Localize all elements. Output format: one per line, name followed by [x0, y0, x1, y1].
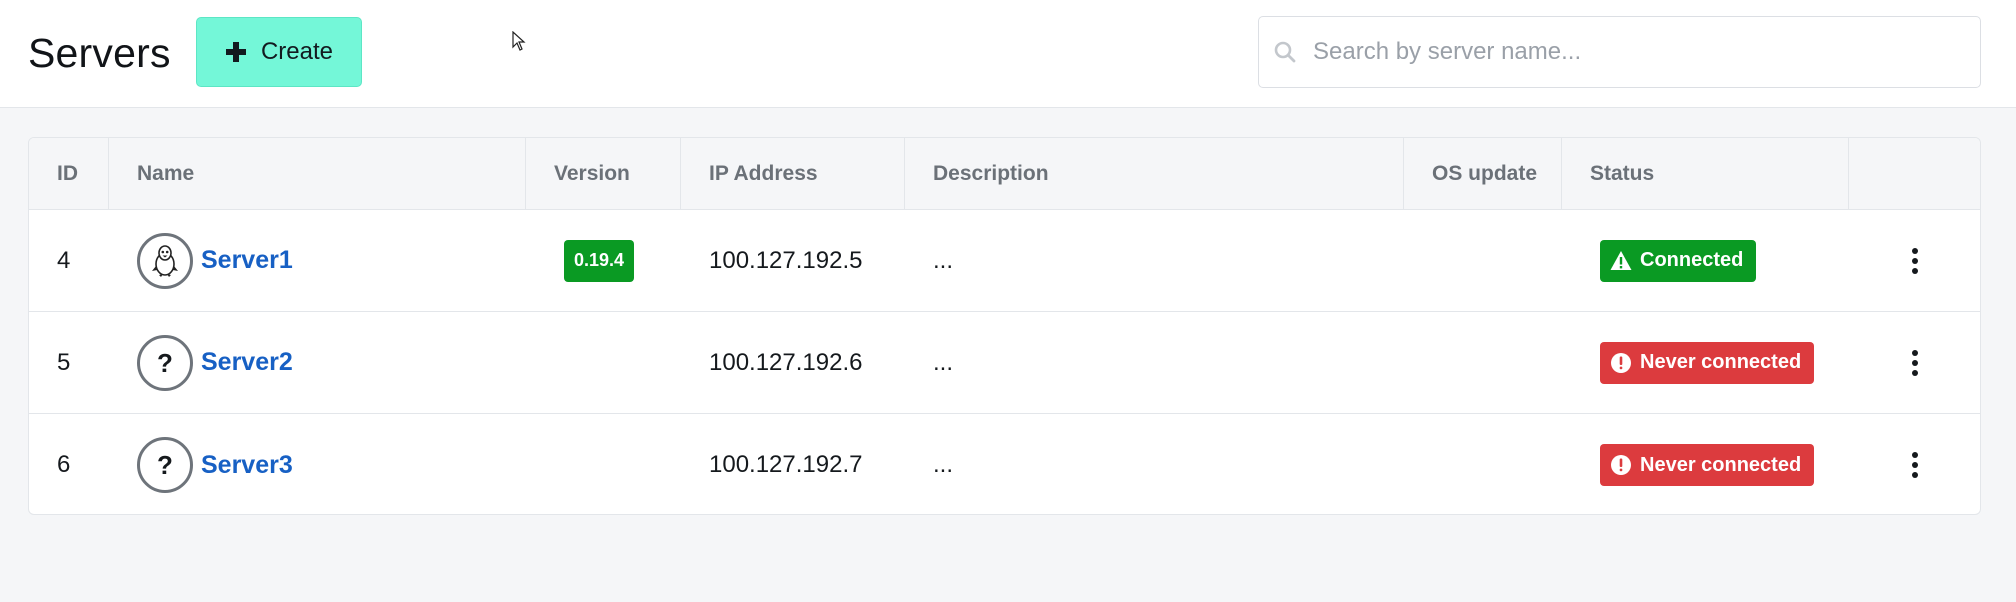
- version-badge: 0.19.4: [564, 239, 635, 282]
- status-label: Connected: [1640, 249, 1744, 271]
- status-label: Never connected: [1640, 453, 1802, 476]
- column-header-os-update[interactable]: OS update: [1404, 138, 1562, 209]
- search-icon: [1274, 41, 1296, 63]
- row-ip-address: 100.127.192.7: [709, 451, 863, 478]
- row-status-cell: Never connected: [1562, 414, 1849, 514]
- server-name-link[interactable]: Server1: [201, 246, 293, 275]
- row-ip-address: 100.127.192.5: [709, 246, 863, 274]
- page-title: Servers: [28, 30, 171, 76]
- server-name-link[interactable]: Server2: [201, 348, 293, 377]
- row-actions-menu-icon[interactable]: [1903, 243, 1927, 279]
- status-badge: Never connected: [1600, 444, 1815, 486]
- create-button-label: Create: [260, 38, 334, 65]
- row-os-update: [1404, 210, 1562, 311]
- row-version-cell: [526, 312, 681, 413]
- question-mark-icon: ?: [137, 334, 193, 391]
- row-status-cell: Connected: [1562, 210, 1849, 311]
- column-header-actions: [1849, 138, 1980, 209]
- warning-triangle-icon: [1610, 250, 1632, 270]
- search-input[interactable]: [1311, 37, 1955, 67]
- row-id: 4: [57, 246, 71, 274]
- row-name-cell: ? Server3: [109, 414, 526, 514]
- row-actions-cell: [1849, 312, 1980, 413]
- row-id: 6: [57, 451, 71, 478]
- row-os-update: [1404, 414, 1562, 514]
- table-row: 4 Server1 0.19.4 100.127.192.5 ... Conne…: [29, 210, 1980, 312]
- table-header: ID Name Version IP Address Description O…: [29, 138, 1980, 210]
- row-version-cell: [526, 414, 681, 514]
- column-header-name[interactable]: Name: [109, 138, 526, 209]
- row-version-cell: 0.19.4: [526, 210, 681, 311]
- top-bar: Servers Create: [0, 0, 2016, 108]
- create-button[interactable]: Create: [196, 17, 362, 87]
- row-description: ...: [933, 451, 954, 478]
- status-badge: Never connected: [1600, 341, 1815, 384]
- row-name-cell: Server1: [109, 210, 526, 311]
- table-row: 6 ? Server3 100.127.192.7 ... Never conn…: [29, 414, 1980, 514]
- search-box: [1258, 16, 1981, 88]
- column-header-version[interactable]: Version: [526, 138, 681, 209]
- linux-penguin-icon: [137, 232, 193, 289]
- column-header-status[interactable]: Status: [1562, 138, 1849, 209]
- row-actions-menu-icon[interactable]: [1903, 345, 1927, 381]
- row-os-update: [1404, 312, 1562, 413]
- row-id: 5: [57, 348, 71, 376]
- row-actions-cell: [1849, 414, 1980, 514]
- question-mark-icon: ?: [137, 437, 193, 493]
- column-header-id[interactable]: ID: [29, 138, 109, 209]
- mouse-cursor-icon: [512, 31, 526, 51]
- row-name-cell: ? Server2: [109, 312, 526, 413]
- column-header-ip-address[interactable]: IP Address: [681, 138, 905, 209]
- row-ip-address: 100.127.192.6: [709, 348, 863, 376]
- exclamation-circle-icon: [1611, 352, 1631, 373]
- server-name-link[interactable]: Server3: [201, 451, 293, 480]
- row-description: ...: [933, 246, 954, 274]
- row-status-cell: Never connected: [1562, 312, 1849, 413]
- row-description: ...: [933, 348, 954, 376]
- column-header-description[interactable]: Description: [905, 138, 1404, 209]
- row-actions-cell: [1849, 210, 1980, 311]
- row-actions-menu-icon[interactable]: [1903, 447, 1927, 483]
- exclamation-circle-icon: [1611, 455, 1631, 475]
- status-badge: Connected: [1600, 239, 1757, 282]
- servers-table: ID Name Version IP Address Description O…: [28, 137, 1981, 515]
- plus-icon: [225, 42, 246, 62]
- table-row: 5 ? Server2 100.127.192.6 ... Never conn…: [29, 312, 1980, 414]
- penguin-glyph: [152, 244, 178, 277]
- status-label: Never connected: [1640, 351, 1802, 373]
